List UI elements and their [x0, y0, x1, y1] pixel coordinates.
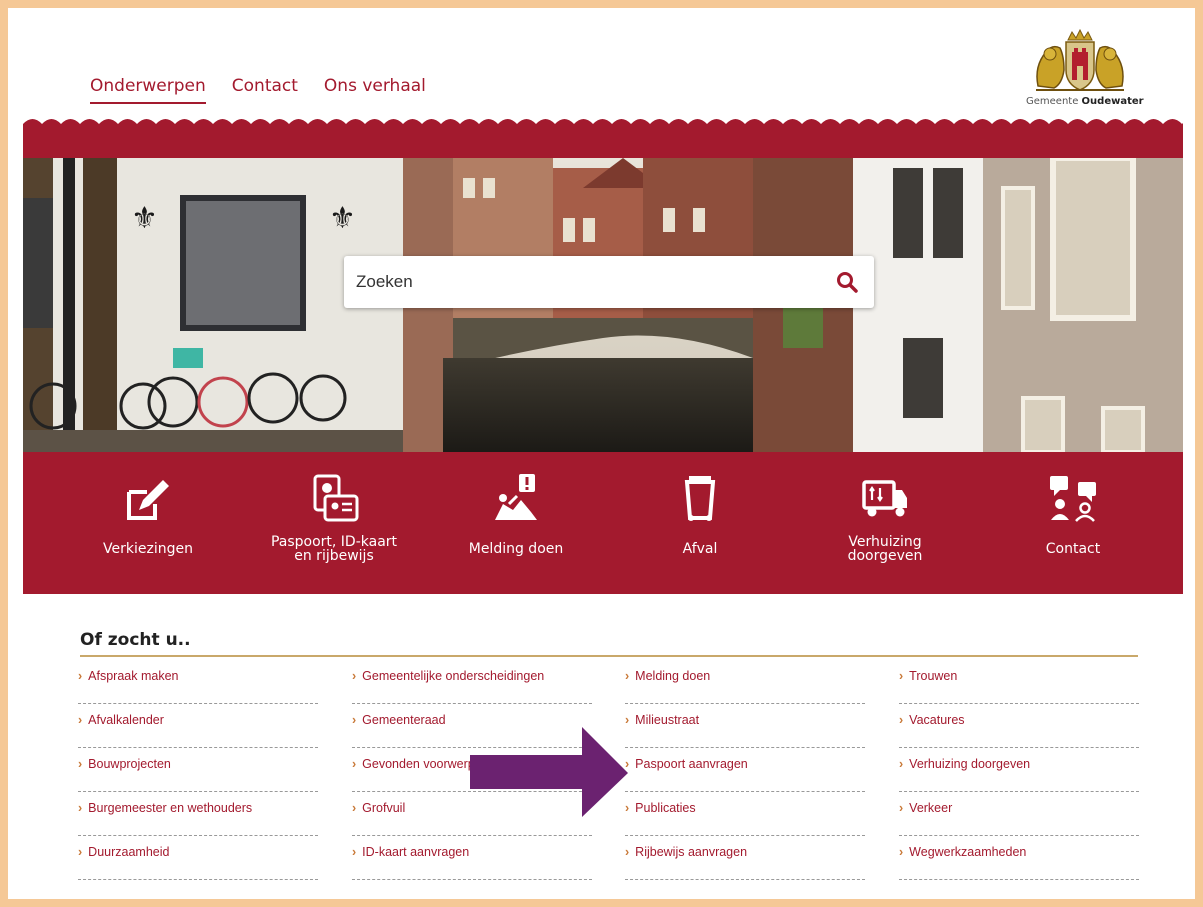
suggestion-link[interactable]: › Milieustraat — [625, 704, 865, 748]
suggestion-link[interactable]: › ID-kaart aanvragen — [352, 836, 592, 880]
quick-link-label: Verhuizing doorgeven — [847, 534, 923, 564]
moving-truck-icon — [862, 480, 907, 517]
chat-people-icon — [1050, 476, 1096, 522]
logo-wordmark: Gemeente Oudewater — [1026, 96, 1144, 107]
suggestion-link[interactable]: › Duurzaamheid — [78, 836, 318, 880]
suggestion-link[interactable]: › Verkeer — [899, 792, 1139, 836]
suggestion-link[interactable]: › Burgemeester en wethouders — [78, 792, 318, 836]
search-button[interactable] — [832, 267, 862, 297]
suggestion-column: › Trouwen › Vacatures › Verhuizing doorgeve… — [899, 660, 1139, 880]
annotation-arrow — [470, 727, 628, 817]
quick-link-label: Verkiezingen — [103, 541, 193, 557]
coat-of-arms-icon — [1036, 28, 1124, 91]
suggestion-link[interactable]: › Afspraak maken — [78, 660, 318, 704]
quick-link-label: Melding doen — [468, 541, 564, 557]
quick-link-label: Afval — [682, 541, 718, 557]
search-icon — [837, 272, 858, 293]
heading-divider — [80, 655, 1138, 657]
of-zocht-u-heading: Of zocht u.. — [80, 630, 191, 650]
nav-ons-verhaal[interactable]: Ons verhaal — [324, 76, 426, 104]
suggestion-link[interactable]: › Trouwen — [899, 660, 1139, 704]
search-bar — [344, 256, 874, 308]
suggestion-link[interactable]: › Paspoort aanvragen — [625, 748, 865, 792]
quick-links-bar: Verkiezingen Paspoort, ID-kaart en rijbew… — [23, 452, 1183, 594]
quick-link-label: Paspoort, ID-kaart en rijbewijs — [270, 534, 398, 564]
suggestion-link[interactable]: › Wegwerkzaamheden — [899, 836, 1139, 880]
suggestion-column: › Melding doen › Milieustraat › Paspoort aa… — [625, 660, 865, 880]
page-frame: Onderwerpen Contact Ons verhaal Gemeente… — [8, 8, 1195, 899]
pencil-edit-icon — [127, 480, 169, 520]
svg-text:⚜: ⚜ — [329, 201, 356, 236]
quick-link-verhuizing[interactable]: Verhuizing doorgeven — [805, 452, 965, 594]
suggestion-link[interactable]: › Vacatures — [899, 704, 1139, 748]
quick-link-afval[interactable]: Afval — [620, 452, 780, 594]
report-issue-icon — [495, 474, 537, 520]
id-card-icon — [313, 474, 359, 522]
waste-bin-icon — [684, 476, 716, 521]
suggestion-link[interactable]: › Afvalkalender — [78, 704, 318, 748]
quick-link-paspoort[interactable]: Paspoort, ID-kaart en rijbewijs — [254, 452, 414, 594]
suggestion-link[interactable]: › Rijbewijs aanvragen — [625, 836, 865, 880]
nav-contact[interactable]: Contact — [232, 76, 298, 104]
nav-onderwerpen[interactable]: Onderwerpen — [90, 76, 206, 104]
suggestion-link[interactable]: › Gemeentelijke onderscheidingen — [352, 660, 592, 704]
suggestion-link[interactable]: › Melding doen — [625, 660, 865, 704]
quick-link-label: Contact — [1045, 541, 1101, 557]
top-navigation: Onderwerpen Contact Ons verhaal — [90, 76, 426, 104]
quick-link-verkiezingen[interactable]: Verkiezingen — [68, 452, 228, 594]
suggestion-link[interactable]: › Publicaties — [625, 792, 865, 836]
quick-link-melding-doen[interactable]: Melding doen — [436, 452, 596, 594]
svg-text:⚜: ⚜ — [131, 201, 158, 236]
suggestion-link[interactable]: › Bouwprojecten — [78, 748, 318, 792]
search-input[interactable] — [356, 272, 832, 292]
quick-link-contact[interactable]: Contact — [993, 452, 1153, 594]
suggestion-column: › Afspraak maken › Afvalkalender › Bouwproj… — [78, 660, 318, 880]
suggestion-link[interactable]: › Verhuizing doorgeven — [899, 748, 1139, 792]
wavy-border — [23, 119, 1183, 158]
